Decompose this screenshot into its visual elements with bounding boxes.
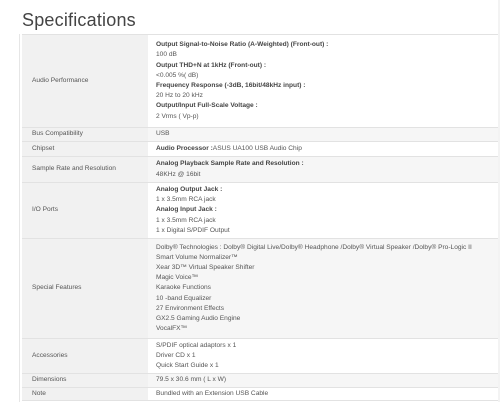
- spec-label: Accessories: [22, 338, 148, 374]
- spec-row-accessories: Accessories S/PDIF optical adaptors x 1 …: [22, 338, 498, 374]
- spec-subheading: Audio Processor :: [156, 144, 213, 152]
- spec-row-chipset: Chipset Audio Processor :ASUS UA100 USB …: [22, 141, 498, 157]
- spec-line: 2 Vrms ( Vp-p): [156, 112, 199, 120]
- spec-line: VocalFX™: [156, 325, 188, 333]
- spec-line: 1 x 3.5mm RCA jack: [156, 196, 216, 204]
- specifications-table: Audio Performance Output Signal-to-Noise…: [22, 34, 498, 401]
- spec-line: Dolby® Technologies : Dolby® Digital Liv…: [156, 243, 472, 251]
- spec-value: Audio Processor :ASUS UA100 USB Audio Ch…: [148, 141, 498, 157]
- spec-line: <0.005 %( dB): [156, 71, 199, 79]
- spec-line: Smart Volume Normalizer™: [156, 253, 238, 261]
- spec-line: Xear 3D™ Virtual Speaker Shifter: [156, 263, 255, 271]
- spec-label: Dimensions: [22, 373, 148, 388]
- spec-line: Driver CD x 1: [156, 351, 196, 359]
- spec-label: I/O Ports: [22, 182, 148, 239]
- spec-label: Chipset: [22, 141, 148, 157]
- spec-row-audio-performance: Audio Performance Output Signal-to-Noise…: [22, 34, 498, 128]
- spec-subheading: Output Signal-to-Noise Ratio (A-Weighted…: [156, 41, 329, 49]
- spec-value: Analog Playback Sample Rate and Resoluti…: [148, 156, 498, 183]
- spec-line: Magic Voice™: [156, 274, 199, 282]
- spec-row-io-ports: I/O Ports Analog Output Jack : 1 x 3.5mm…: [22, 182, 498, 239]
- spec-subheading: Analog Playback Sample Rate and Resoluti…: [156, 160, 304, 168]
- spec-value: Bundled with an Extension USB Cable: [148, 387, 498, 401]
- spec-row-dimensions: Dimensions 79.5 x 30.6 mm ( L x W): [22, 373, 498, 388]
- spec-value: USB: [148, 127, 498, 142]
- spec-label: Sample Rate and Resolution: [22, 156, 148, 183]
- spec-line: ASUS UA100 USB Audio Chip: [212, 144, 302, 152]
- spec-subheading: Output THD+N at 1kHz (Front-out) :: [156, 61, 267, 69]
- page-title: Specifications: [22, 10, 136, 30]
- spec-line: GX2.5 Gaming Audio Engine: [156, 315, 241, 322]
- spec-label: Note: [22, 387, 148, 401]
- spec-value: Output Signal-to-Noise Ratio (A-Weighted…: [148, 34, 498, 128]
- spec-subheading: Analog Input Jack :: [156, 206, 217, 214]
- spec-value: Analog Output Jack : 1 x 3.5mm RCA jack …: [148, 182, 498, 239]
- spec-row-bus-compatibility: Bus Compatibility USB: [22, 127, 498, 142]
- spec-line: 1 x 3.5mm RCA jack: [156, 216, 216, 224]
- spec-label: Bus Compatibility: [22, 127, 148, 142]
- spec-subheading: Output/Input Full-Scale Voltage :: [156, 102, 258, 110]
- spec-row-note: Note Bundled with an Extension USB Cable: [22, 387, 498, 401]
- spec-line: Quick Start Guide x 1: [156, 362, 219, 370]
- spec-line: 27 Environment Effects: [156, 304, 225, 312]
- spec-subheading: Frequency Response (-3dB, 16bit/48kHz in…: [156, 82, 306, 89]
- spec-line: S/PDIF optical adaptors x 1: [156, 341, 237, 349]
- spec-row-special-features: Special Features Dolby® Technologies : D…: [22, 238, 498, 339]
- spec-value: 79.5 x 30.6 mm ( L x W): [148, 373, 498, 388]
- spec-line: Karaoke Functions: [156, 284, 211, 292]
- spec-subheading: Analog Output Jack :: [156, 185, 223, 193]
- left-border: [19, 34, 20, 402]
- spec-label: Audio Performance: [22, 34, 148, 128]
- spec-line: 100 dB: [156, 51, 177, 59]
- spec-value: S/PDIF optical adaptors x 1 Driver CD x …: [148, 338, 498, 374]
- spec-line: 1 x Digital S/PDIF Output: [156, 226, 230, 234]
- spec-line: 10 -band Equalizer: [156, 294, 212, 302]
- spec-line: 20 Hz to 20 kHz: [156, 92, 203, 100]
- spec-value: Dolby® Technologies : Dolby® Digital Liv…: [148, 238, 498, 339]
- spec-label: Special Features: [22, 238, 148, 339]
- spec-line: 48KHz @ 16bit: [156, 170, 201, 178]
- spec-row-sample-rate: Sample Rate and Resolution Analog Playba…: [22, 156, 498, 183]
